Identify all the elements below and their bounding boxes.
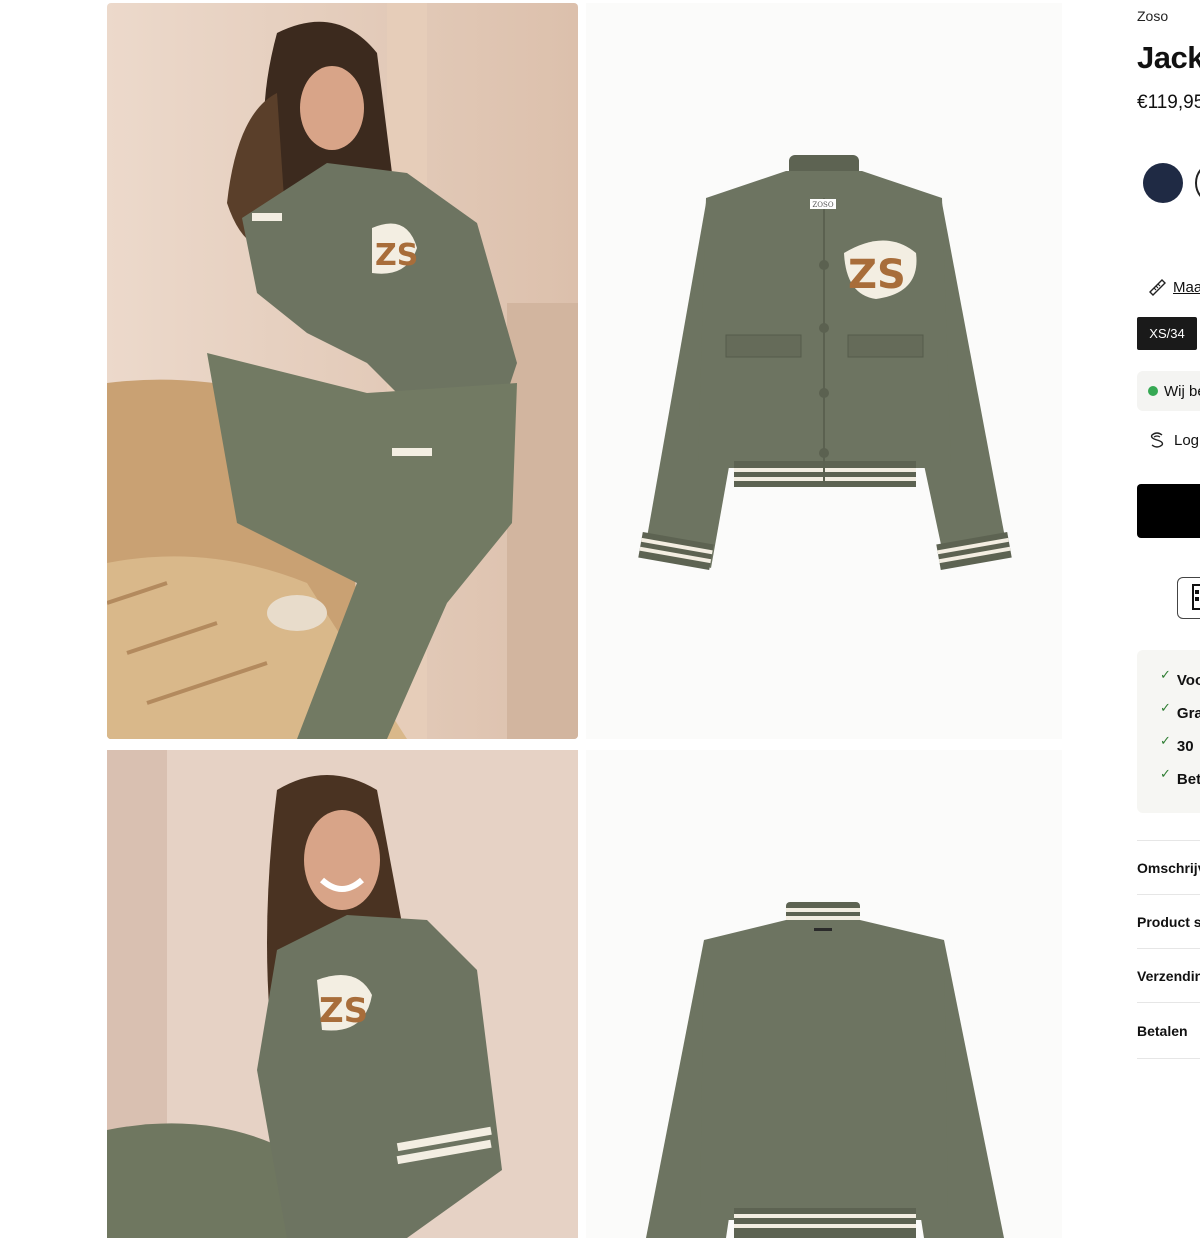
- patch-text: ZS: [848, 252, 906, 298]
- check-icon: ✓: [1160, 765, 1171, 781]
- patch-text: ZS: [375, 238, 418, 273]
- product-price: €119,95: [1137, 92, 1200, 113]
- divider: [1137, 894, 1200, 895]
- stock-text: Wij be: [1164, 382, 1200, 400]
- add-to-cart-button[interactable]: [1137, 484, 1200, 538]
- usp-item: ✓ 30: [1160, 732, 1194, 756]
- loyalty-icon: [1150, 432, 1164, 448]
- usp-item: ✓ Voo: [1160, 666, 1200, 690]
- brand-label-text: ZOSO: [812, 201, 833, 209]
- stock-status: Wij be: [1137, 371, 1200, 411]
- usp-item: ✓ Gra: [1160, 699, 1200, 723]
- stock-dot-icon: [1148, 386, 1158, 396]
- login-link[interactable]: Log: [1149, 431, 1199, 449]
- usp-box: ✓ Voo ✓ Gra ✓ 30 ✓ Bet: [1137, 650, 1200, 813]
- product-image-model-laughing[interactable]: ZS: [107, 750, 578, 1238]
- color-swatch-navy[interactable]: [1143, 163, 1183, 203]
- ruler-icon: [1149, 279, 1166, 296]
- product-image-jacket-back[interactable]: [586, 750, 1062, 1238]
- payment-option-button[interactable]: [1177, 577, 1200, 619]
- accordion-description[interactable]: Omschrijv: [1137, 860, 1200, 876]
- check-icon: ✓: [1160, 699, 1171, 715]
- patch-text: ZS: [319, 991, 368, 1031]
- size-guide-label: Maa: [1173, 278, 1200, 296]
- product-title: Jacke: [1137, 40, 1200, 75]
- size-option-xs[interactable]: XS/34: [1137, 317, 1197, 350]
- product-image-jacket-front[interactable]: ZS ZOSO: [586, 3, 1062, 739]
- color-swatch-green[interactable]: [1195, 161, 1200, 205]
- check-icon: ✓: [1160, 732, 1171, 748]
- divider: [1137, 1002, 1200, 1003]
- product-info-panel: Zoso Jacke €119,95 Maa XS/34 Wij be Log …: [1137, 0, 1200, 1238]
- payment-icon: [1192, 584, 1200, 610]
- accordion-specifications[interactable]: Product sp: [1137, 914, 1200, 930]
- usp-item: ✓ Bet: [1160, 765, 1200, 789]
- check-icon: ✓: [1160, 666, 1171, 682]
- login-text: Log: [1174, 431, 1200, 449]
- accordion-shipping[interactable]: Verzendin: [1137, 968, 1200, 984]
- product-brand[interactable]: Zoso: [1137, 8, 1168, 24]
- accordion-payment[interactable]: Betalen: [1137, 1023, 1188, 1039]
- divider: [1137, 1058, 1200, 1059]
- divider: [1137, 840, 1200, 841]
- size-guide-link[interactable]: Maa: [1147, 277, 1200, 297]
- divider: [1137, 948, 1200, 949]
- product-image-model-sitting[interactable]: ZS: [107, 3, 578, 739]
